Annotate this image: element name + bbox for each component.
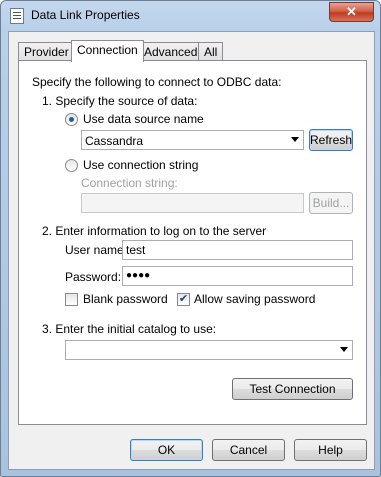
dsn-select[interactable]: Cassandra xyxy=(81,130,304,150)
build-button[interactable]: Build... xyxy=(309,192,353,214)
username-label: User name: xyxy=(65,243,128,257)
window-title: Data Link Properties xyxy=(31,8,140,22)
tab-provider[interactable]: Provider xyxy=(18,42,75,61)
conn-string-input[interactable] xyxy=(81,193,304,213)
document-icon xyxy=(10,8,24,24)
use-dsn-radio[interactable] xyxy=(65,113,78,126)
use-dsn-label: Use data source name xyxy=(83,112,204,126)
tab-all[interactable]: All xyxy=(198,42,224,61)
tab-advanced[interactable]: Advanced xyxy=(138,42,204,61)
use-conn-string-radio[interactable] xyxy=(65,159,78,172)
step2-heading: 2. Enter information to log on to the se… xyxy=(42,224,267,238)
allow-saving-label: Allow saving password xyxy=(194,292,316,306)
tab-connection[interactable]: Connection xyxy=(71,40,144,62)
password-label: Password: xyxy=(65,270,122,284)
help-button[interactable]: Help xyxy=(294,439,367,461)
catalog-select[interactable] xyxy=(65,340,353,360)
connection-panel: Specify the following to connect to ODBC… xyxy=(18,60,367,425)
conn-string-label: Connection string: xyxy=(81,176,178,190)
blank-password-checkbox[interactable] xyxy=(65,293,78,306)
dsn-value: Cassandra xyxy=(85,134,144,148)
test-connection-button[interactable]: Test Connection xyxy=(232,378,353,400)
dialog-window: Data Link Properties ✕ Provider Connecti… xyxy=(0,0,381,477)
step3-heading: 3. Enter the initial catalog to use: xyxy=(42,322,217,336)
password-field[interactable]: ●●●● xyxy=(122,266,353,286)
cancel-button[interactable]: Cancel xyxy=(212,439,285,461)
refresh-button[interactable]: Refresh xyxy=(309,129,353,151)
use-conn-string-label: Use connection string xyxy=(83,158,199,172)
ok-button[interactable]: OK xyxy=(130,439,203,461)
allow-saving-checkbox[interactable]: ✔ xyxy=(177,293,190,306)
chevron-down-icon xyxy=(340,347,348,352)
close-button[interactable]: ✕ xyxy=(329,2,374,22)
intro-text: Specify the following to connect to ODBC… xyxy=(32,75,282,89)
blank-password-label: Blank password xyxy=(83,292,168,306)
username-field[interactable]: test xyxy=(122,240,353,260)
chevron-down-icon xyxy=(291,137,299,142)
title-bar[interactable]: Data Link Properties ✕ xyxy=(1,1,380,29)
dialog-client: Provider Connection Advanced All Specify… xyxy=(8,31,375,470)
step1-heading: 1. Specify the source of data: xyxy=(42,94,198,108)
